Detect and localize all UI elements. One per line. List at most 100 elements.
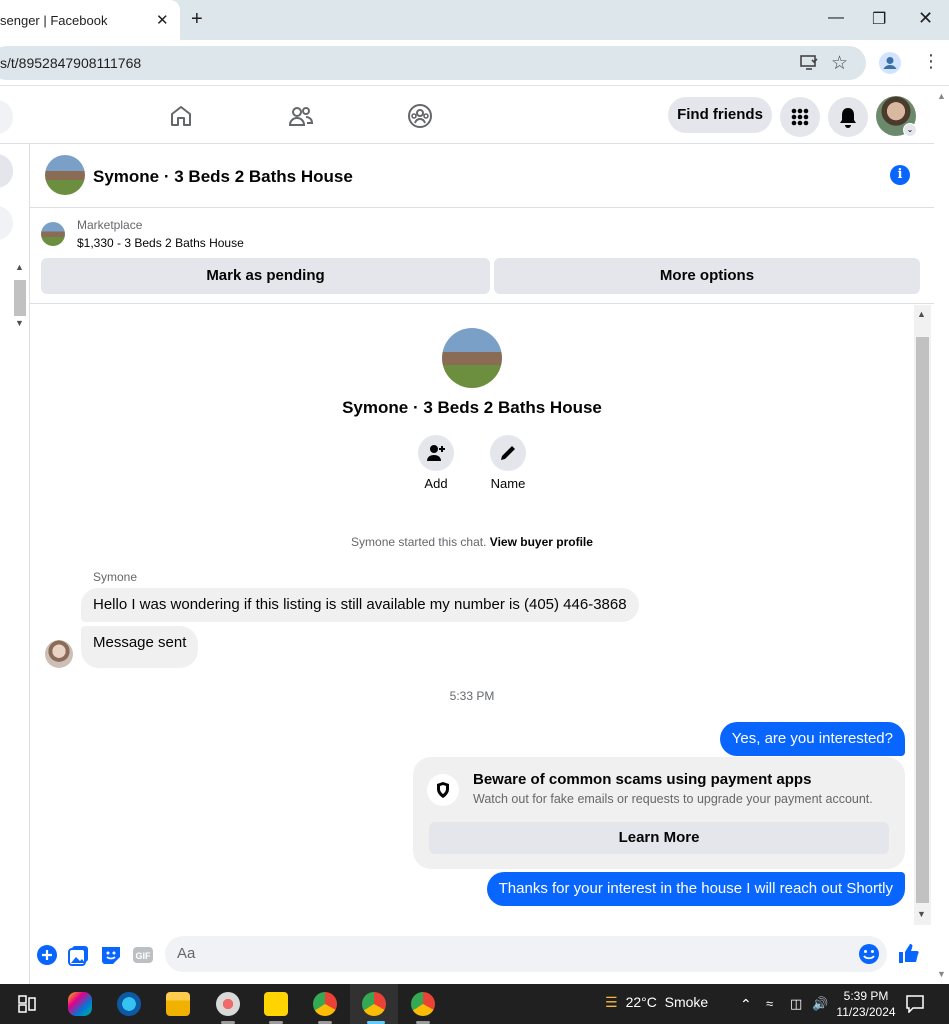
chrome-profile-a-icon[interactable] — [313, 992, 337, 1016]
page-scrollbar[interactable]: ▲ ▼ — [934, 87, 949, 984]
sticker-icon[interactable] — [100, 944, 122, 966]
edge-icon[interactable] — [117, 992, 141, 1016]
message-scrollbar[interactable]: ▲ ▼ — [914, 305, 931, 925]
chrome-profile-c-icon[interactable] — [411, 992, 435, 1016]
pencil-icon — [501, 446, 515, 460]
restore-icon[interactable]: ❐ — [872, 9, 886, 29]
install-app-icon[interactable] — [800, 55, 818, 71]
menu-grid-button[interactable] — [780, 97, 820, 137]
sender-avatar[interactable] — [45, 640, 73, 668]
chat-started-text: Symone started this chat. — [351, 535, 487, 549]
add-person-button[interactable] — [418, 435, 454, 471]
listing-price-title[interactable]: $1,330 - 3 Beds 2 Baths House — [77, 236, 244, 250]
find-friends-button[interactable]: Find friends — [668, 97, 772, 133]
file-explorer-icon[interactable] — [166, 992, 190, 1016]
scroll-down-icon[interactable]: ▼ — [937, 969, 946, 979]
friends-icon[interactable] — [288, 103, 314, 129]
chevron-down-icon[interactable]: ⌄ — [903, 123, 917, 137]
clock-date: 11/23/2024 — [836, 1005, 896, 1019]
scroll-down-icon[interactable]: ▼ — [917, 909, 926, 919]
edit-name-button[interactable] — [490, 435, 526, 471]
copilot-icon[interactable] — [68, 992, 92, 1016]
home-icon[interactable] — [168, 103, 194, 129]
grid-icon — [791, 108, 809, 126]
chat-started-notice: Symone started this chat. View buyer pro… — [30, 535, 914, 549]
profile-icon[interactable] — [879, 52, 901, 74]
scroll-up-icon[interactable]: ▲ — [937, 91, 946, 101]
sender-name: Symone — [93, 570, 138, 584]
message-input-placeholder: Aa — [177, 945, 196, 962]
weather-widget[interactable]: ☰ 22°C Smoke — [605, 994, 708, 1011]
scam-warning-card: Beware of common scams using payment app… — [413, 757, 905, 869]
chat-list-sidebar: ▲ ▼ — [0, 144, 30, 984]
browser-tab-messenger[interactable]: senger | Facebook ✕ — [0, 0, 180, 40]
incoming-message[interactable]: Message sent — [81, 626, 199, 668]
url-text: s/t/8952847908111768 — [0, 55, 142, 71]
conversation-house-photo — [442, 328, 502, 388]
tray-overflow-icon[interactable]: ⌃ — [740, 996, 752, 1013]
mark-as-pending-button[interactable]: Mark as pending — [41, 258, 490, 294]
plus-circle-icon[interactable] — [36, 944, 58, 966]
scroll-up-icon[interactable]: ▲ — [15, 262, 24, 272]
weather-desc: Smoke — [664, 994, 709, 1010]
bookmark-star-icon[interactable]: ☆ — [831, 52, 848, 75]
message-input[interactable]: Aa — [165, 936, 887, 972]
kebab-menu-icon[interactable]: ⋮ — [922, 51, 940, 72]
gif-icon[interactable]: GIF — [132, 944, 154, 966]
chrome-active-icon[interactable] — [362, 992, 386, 1016]
groups-icon[interactable] — [407, 103, 433, 129]
sidebar-scroll-thumb[interactable] — [14, 280, 26, 316]
chat-title[interactable]: Symone · 3 Beds 2 Baths House — [93, 167, 353, 187]
message-thread: Symone · 3 Beds 2 Baths House Add Name S… — [30, 305, 914, 925]
volume-icon[interactable]: 🔊 — [812, 996, 828, 1012]
marketplace-label: Marketplace — [77, 218, 143, 232]
thumbs-up-icon[interactable] — [898, 942, 920, 964]
learn-more-button[interactable]: Learn More — [429, 822, 889, 854]
window-close-icon[interactable]: ✕ — [918, 8, 933, 29]
sticky-notes-icon[interactable] — [264, 992, 288, 1016]
listing-thumbnail[interactable] — [41, 222, 65, 246]
photo-icon[interactable] — [68, 944, 90, 966]
chat-house-thumbnail[interactable] — [45, 155, 85, 195]
info-icon[interactable]: i — [890, 165, 910, 185]
task-view-icon[interactable] — [18, 995, 38, 1013]
tab-close-icon[interactable]: ✕ — [156, 11, 169, 29]
minimize-icon[interactable]: — — [828, 9, 844, 27]
conversation-title: Symone · 3 Beds 2 Baths House — [342, 398, 602, 417]
windows-taskbar: ☰ 22°C Smoke ⌃ ≈ ◫ 🔊 5:39 PM 11/23/2024 — [0, 984, 949, 1024]
outgoing-message[interactable]: Thanks for your interest in the house I … — [486, 872, 905, 906]
battery-icon[interactable]: ◫ — [790, 996, 802, 1012]
system-clock[interactable]: 5:39 PM 11/23/2024 — [836, 988, 896, 1020]
facebook-top-nav: Find friends ⌄ — [0, 87, 934, 144]
shield-icon — [427, 774, 459, 806]
add-person-icon — [427, 445, 445, 461]
outgoing-message[interactable]: Yes, are you interested? — [719, 722, 905, 756]
scam-warning-title: Beware of common scams using payment app… — [473, 771, 812, 788]
sidebar-scrollbar[interactable]: ▲ ▼ — [12, 262, 28, 332]
url-omnibox[interactable]: s/t/8952847908111768 ☆ — [0, 46, 866, 80]
new-tab-button[interactable]: + — [191, 8, 203, 31]
message-composer: GIF Aa — [30, 930, 934, 984]
incoming-message[interactable]: Hello I was wondering if this listing is… — [81, 588, 639, 622]
weather-temp: 22°C — [625, 994, 657, 1010]
svg-text:GIF: GIF — [136, 951, 152, 961]
name-label: Name — [490, 476, 526, 491]
emoji-icon[interactable] — [858, 943, 880, 965]
scam-warning-subtitle: Watch out for fake emails or requests to… — [473, 792, 873, 806]
notification-center-icon[interactable] — [906, 995, 924, 1013]
address-bar: s/t/8952847908111768 ☆ ⋮ — [0, 40, 949, 86]
wifi-icon[interactable]: ≈ — [766, 996, 773, 1011]
notifications-button[interactable] — [828, 97, 868, 137]
search-pill[interactable] — [0, 100, 13, 134]
scroll-down-icon[interactable]: ▼ — [15, 318, 24, 328]
scroll-up-icon[interactable]: ▲ — [917, 309, 926, 319]
add-label: Add — [424, 476, 448, 491]
more-options-button[interactable]: More options — [494, 258, 920, 294]
sidebar-search-input[interactable] — [0, 206, 13, 240]
sidebar-new-message-button[interactable] — [0, 154, 13, 188]
message-scroll-thumb[interactable] — [916, 337, 929, 903]
view-buyer-profile-link[interactable]: View buyer profile — [490, 535, 593, 549]
bell-icon — [840, 108, 856, 128]
paint-icon[interactable] — [216, 992, 240, 1016]
browser-tab-bar: senger | Facebook ✕ + — ❐ ✕ — [0, 0, 949, 40]
